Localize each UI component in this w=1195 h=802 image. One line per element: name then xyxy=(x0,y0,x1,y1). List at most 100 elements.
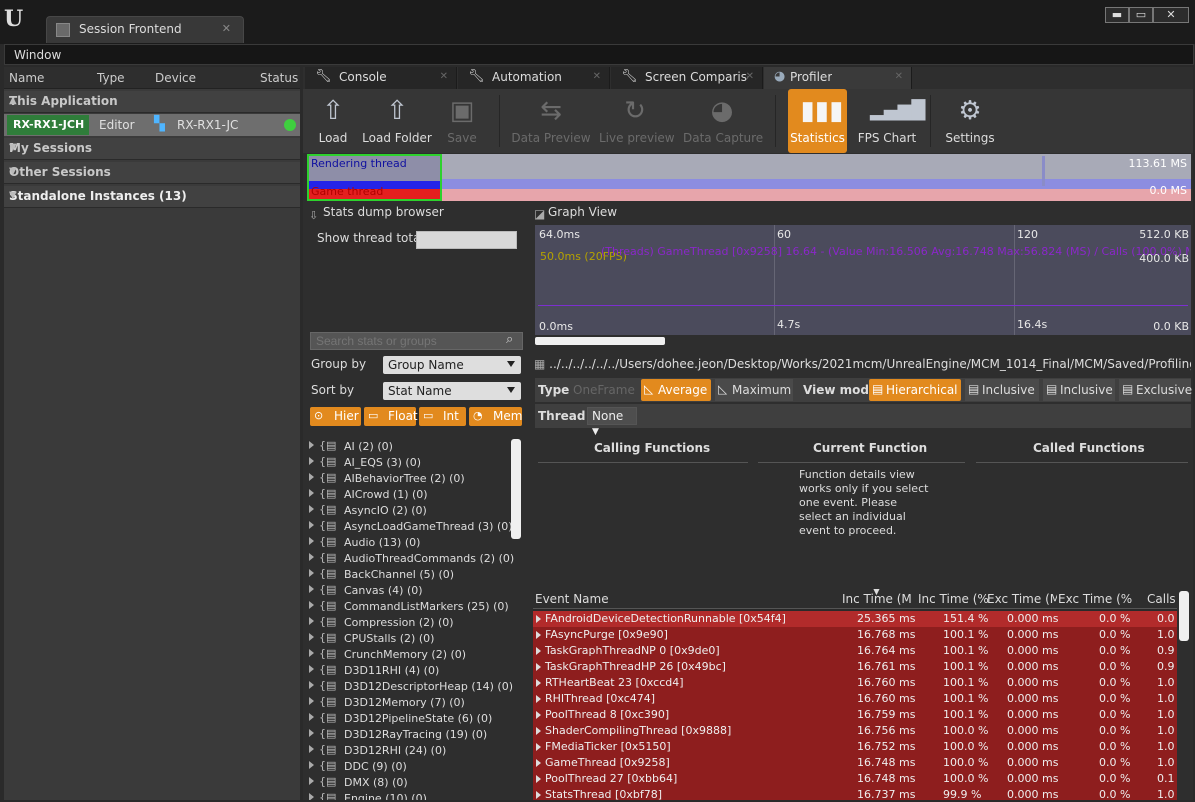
stat-group-row[interactable]: {▤ Engine (10) (0) xyxy=(307,791,517,800)
expand-arrow-icon[interactable] xyxy=(309,745,314,753)
expand-arrow-icon[interactable] xyxy=(309,665,314,673)
filter-mem-button[interactable]: ◔ Mem xyxy=(469,407,522,426)
stat-group-row[interactable]: {▤ AIBehaviorTree (2) (0) xyxy=(307,471,517,487)
expand-icon[interactable]: ▼ xyxy=(9,142,294,153)
event-row[interactable]: PoolThread 8 [0xc390] 16.759 ms 100.1 % 0.0… xyxy=(533,707,1177,723)
load-button[interactable]: ⇧ Load xyxy=(311,89,355,153)
stat-group-row[interactable]: {▤ CrunchMemory (2) (0) xyxy=(307,647,517,663)
data-preview-button[interactable]: ⇆ Data Preview xyxy=(511,89,591,153)
expand-arrow-icon[interactable] xyxy=(309,585,314,593)
expand-arrow-icon[interactable] xyxy=(536,679,541,687)
event-row[interactable]: TaskGraphThreadNP 0 [0x9de0] 16.764 ms 100… xyxy=(533,643,1177,659)
expand-icon[interactable]: ▼ xyxy=(9,166,294,177)
expand-arrow-icon[interactable] xyxy=(536,695,541,703)
expand-arrow-icon[interactable] xyxy=(309,729,314,737)
expand-arrow-icon[interactable] xyxy=(536,775,541,783)
sort-by-dropdown[interactable]: Stat Name xyxy=(383,382,521,400)
tree-scrollbar[interactable] xyxy=(511,439,521,539)
graph-scrollbar[interactable] xyxy=(535,337,665,345)
stat-group-row[interactable]: {▤ D3D12DescriptorHeap (14) (0) xyxy=(307,679,517,695)
stat-group-row[interactable]: {▤ DDC (9) (0) xyxy=(307,759,517,775)
minimize-button[interactable]: ▬ xyxy=(1105,7,1129,23)
data-capture-button[interactable]: ◕ Data Capture xyxy=(683,89,763,153)
expand-arrow-icon[interactable] xyxy=(309,713,314,721)
stat-group-row[interactable]: {▤ BackChannel (5) (0) xyxy=(307,567,517,583)
expand-arrow-icon[interactable] xyxy=(536,631,541,639)
close-tab-icon[interactable]: ✕ xyxy=(222,22,231,35)
event-row[interactable]: RTHeartBeat 23 [0xccd4] 16.760 ms 100.1 % 0… xyxy=(533,675,1177,691)
session-instance-row[interactable]: RX-RX1-JCH Editor ▚ RX-RX1-JC xyxy=(4,114,300,136)
expand-arrow-icon[interactable] xyxy=(309,537,314,545)
fps-chart-button[interactable]: ▂▄▆█ FPS Chart xyxy=(854,89,926,153)
stat-group-row[interactable]: {▤ AsyncLoadGameThread (3) (0) xyxy=(307,519,517,535)
close-tab-icon[interactable]: ✕ xyxy=(440,71,448,82)
save-button[interactable]: ▣ Save xyxy=(441,89,483,153)
expand-arrow-icon[interactable] xyxy=(309,681,314,689)
stat-group-row[interactable]: {▤ AI (2) (0) xyxy=(307,439,517,455)
event-row[interactable]: ShaderCompilingThread [0x9888] 16.756 ms 1… xyxy=(533,723,1177,739)
live-preview-button[interactable]: ↻ Live preview xyxy=(599,89,675,153)
events-scrollbar[interactable] xyxy=(1179,591,1189,641)
expand-arrow-icon[interactable] xyxy=(536,727,541,735)
expand-arrow-icon[interactable] xyxy=(536,663,541,671)
col-inc-time-pct[interactable]: Inc Time (%) xyxy=(918,592,988,606)
group-this-application[interactable]: This Application ▲ xyxy=(4,91,300,113)
frame-timeline[interactable]: Rendering thread Game thread 113.61 MS 0… xyxy=(307,154,1191,201)
inclusive-flat-button[interactable]: ▤ Inclusive xyxy=(1043,379,1115,401)
group-standalone-instances[interactable]: Standalone Instances (13) ▼ xyxy=(4,186,300,208)
tab-profiler[interactable]: ◕ Profiler ✕ xyxy=(764,67,912,89)
expand-arrow-icon[interactable] xyxy=(536,743,541,751)
stat-group-row[interactable]: {▤ AICrowd (1) (0) xyxy=(307,487,517,503)
col-exc-time-pct[interactable]: Exc Time (%) xyxy=(1058,592,1133,606)
expand-arrow-icon[interactable] xyxy=(309,473,314,481)
column-type[interactable]: Type xyxy=(97,71,125,85)
inclusive-button[interactable]: ▤ Inclusive xyxy=(965,379,1039,401)
stat-group-row[interactable]: {▤ AudioThreadCommands (2) (0) xyxy=(307,551,517,567)
expand-arrow-icon[interactable] xyxy=(309,777,314,785)
col-calls[interactable]: Calls xyxy=(1147,592,1177,606)
event-row[interactable]: GameThread [0x9258] 16.748 ms 100.0 % 0.000… xyxy=(533,755,1177,771)
column-device[interactable]: Device xyxy=(155,71,196,85)
expand-arrow-icon[interactable] xyxy=(309,697,314,705)
stat-group-row[interactable]: {▤ D3D11RHI (4) (0) xyxy=(307,663,517,679)
expand-arrow-icon[interactable] xyxy=(309,601,314,609)
expand-arrow-icon[interactable] xyxy=(536,791,541,799)
event-row[interactable]: StatsThread [0xbf78] 16.737 ms 99.9 % 0.000… xyxy=(533,787,1177,800)
expand-arrow-icon[interactable] xyxy=(309,489,314,497)
group-by-dropdown[interactable]: Group Name xyxy=(383,356,521,374)
expand-arrow-icon[interactable] xyxy=(309,569,314,577)
expand-arrow-icon[interactable] xyxy=(309,505,314,513)
filter-hier-button[interactable]: ⊙ Hier xyxy=(310,407,361,426)
thread-dropdown[interactable]: None ▼ xyxy=(587,407,637,437)
tab-screen-comparison[interactable]: 🔧︎ Screen Comparison ✕ xyxy=(611,67,763,89)
close-tab-icon[interactable]: ✕ xyxy=(593,71,601,82)
expand-arrow-icon[interactable] xyxy=(309,633,314,641)
tab-console[interactable]: 🔧︎ Console ✕ xyxy=(305,67,457,89)
exclusive-button[interactable]: ▤ Exclusive xyxy=(1119,379,1192,401)
close-tab-icon[interactable]: ✕ xyxy=(746,71,754,82)
collapse-icon[interactable]: ▲ xyxy=(9,95,294,106)
thread-totals-field[interactable] xyxy=(416,231,517,249)
expand-arrow-icon[interactable] xyxy=(536,615,541,623)
statistics-button[interactable]: ▮▮▮ Statistics xyxy=(788,89,847,153)
settings-button[interactable]: ⚙ Settings xyxy=(940,89,1000,153)
col-event-name[interactable]: Event Name xyxy=(535,592,835,606)
tab-automation[interactable]: 🔧︎ Automation ✕ xyxy=(458,67,610,89)
expand-arrow-icon[interactable] xyxy=(309,617,314,625)
group-other-sessions[interactable]: Other Sessions ▼ xyxy=(4,162,300,184)
expand-arrow-icon[interactable] xyxy=(309,521,314,529)
stat-group-row[interactable]: {▤ D3D12PipelineState (6) (0) xyxy=(307,711,517,727)
col-exc-time-ms[interactable]: Exc Time (MS) xyxy=(987,592,1057,606)
close-tab-icon[interactable]: ✕ xyxy=(895,71,903,82)
stat-group-row[interactable]: {▤ CommandListMarkers (25) (0) xyxy=(307,599,517,615)
stat-group-row[interactable]: {▤ D3D12RayTracing (19) (0) xyxy=(307,727,517,743)
expand-arrow-icon[interactable] xyxy=(309,761,314,769)
stat-group-row[interactable]: {▤ Compression (2) (0) xyxy=(307,615,517,631)
search-icon[interactable]: ⌕ xyxy=(506,332,513,347)
stat-group-row[interactable]: {▤ Audio (13) (0) xyxy=(307,535,517,551)
event-row[interactable]: RHIThread [0xc474] 16.760 ms 100.1 % 0.000 … xyxy=(533,691,1177,707)
column-name[interactable]: Name xyxy=(9,71,44,85)
expand-arrow-icon[interactable] xyxy=(309,649,314,657)
hierarchical-button[interactable]: ▤ Hierarchical xyxy=(869,379,961,401)
expand-arrow-icon[interactable] xyxy=(309,441,314,449)
